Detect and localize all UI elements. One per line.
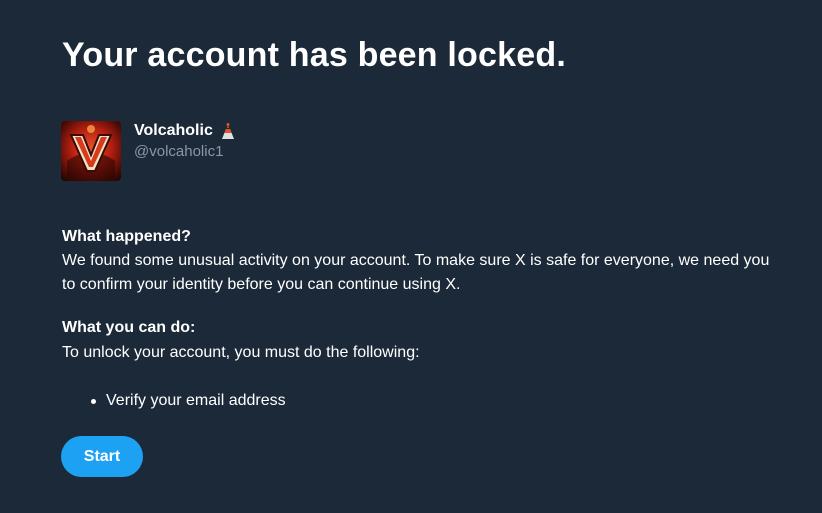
profile-text: Volcaholic @volcaholic1 xyxy=(134,121,237,163)
what-happened-body: We found some unusual activity on your a… xyxy=(62,252,770,293)
what-happened-heading: What happened? xyxy=(62,228,191,245)
start-button[interactable]: Start xyxy=(61,436,143,477)
page-title: Your account has been locked. xyxy=(62,36,566,74)
what-you-can-do-heading: What you can do: xyxy=(62,319,196,336)
list-item-verify-email: Verify your email address xyxy=(91,389,286,413)
volcano-v-logo-icon xyxy=(67,125,115,181)
account-locked-page: Your account has been locked. Volcaholic xyxy=(0,0,822,513)
display-name-row: Volcaholic xyxy=(134,121,237,141)
unlock-steps-list: Verify your email address xyxy=(62,389,286,413)
display-name: Volcaholic xyxy=(134,122,213,139)
profile-card: Volcaholic @volcaholic1 xyxy=(61,121,237,181)
volcano-icon xyxy=(219,122,237,140)
user-handle: @volcaholic1 xyxy=(134,143,224,160)
avatar xyxy=(61,121,121,181)
what-you-can-do-body: To unlock your account, you must do the … xyxy=(62,344,420,361)
